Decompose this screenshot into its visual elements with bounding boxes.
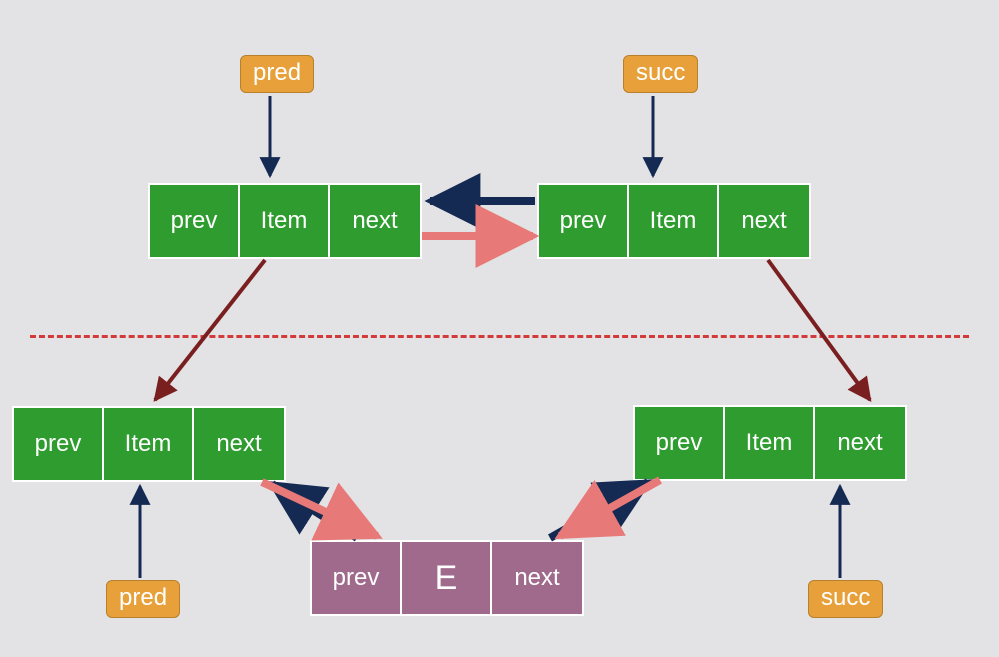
cell-next: next <box>719 185 809 257</box>
arrow-botleft-next <box>262 482 377 536</box>
cell-next: next <box>194 408 284 480</box>
cell-prev: prev <box>635 407 725 479</box>
node-top-left: prev Item next <box>148 183 422 259</box>
cell-item: Item <box>725 407 815 479</box>
label-pred-bottom: pred <box>106 580 180 618</box>
cell-prev: prev <box>539 185 629 257</box>
cell-prev: prev <box>150 185 240 257</box>
label-pred-top: pred <box>240 55 314 93</box>
cell-e: E <box>402 542 492 614</box>
arrow-new-next <box>550 482 648 538</box>
node-bottom-right: prev Item next <box>633 405 907 481</box>
cell-next: next <box>815 407 905 479</box>
label-succ-bottom: succ <box>808 580 883 618</box>
label-succ-top: succ <box>623 55 698 93</box>
cell-item: Item <box>629 185 719 257</box>
arrow-map-left <box>155 260 265 400</box>
node-bottom-left: prev Item next <box>12 406 286 482</box>
cell-item: Item <box>104 408 194 480</box>
node-new-e: prev E next <box>310 540 584 616</box>
arrow-map-right <box>768 260 870 400</box>
cell-prev: prev <box>312 542 402 614</box>
cell-item: Item <box>240 185 330 257</box>
cell-prev: prev <box>14 408 104 480</box>
cell-next: next <box>330 185 420 257</box>
divider-before-after <box>30 335 969 338</box>
arrow-new-prev <box>272 484 357 538</box>
cell-next: next <box>492 542 582 614</box>
node-top-right: prev Item next <box>537 183 811 259</box>
arrow-botright-prev <box>560 480 660 536</box>
